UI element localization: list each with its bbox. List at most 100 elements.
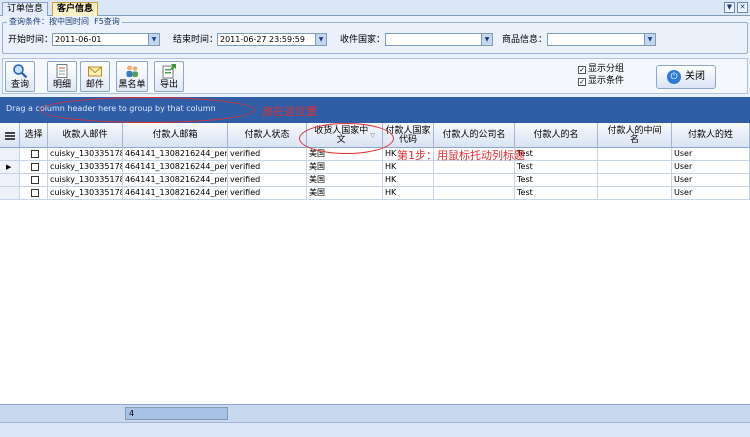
chevron-down-icon[interactable]: ▼ (644, 34, 655, 45)
payee-email-cell: cuisky_1303351789 (48, 187, 123, 200)
column-header-label: 选择 (24, 130, 43, 140)
end-time-label: 结束时间： (173, 35, 219, 45)
last-name-cell: User (672, 174, 750, 187)
first-name-cell: Test (515, 148, 598, 161)
payer-status-cell: verified (228, 187, 307, 200)
company-cell (434, 187, 515, 200)
row-checkbox[interactable] (30, 150, 39, 158)
legend-key: F5查询 (94, 17, 120, 26)
column-header-label: 付款人的公司名 (442, 130, 506, 140)
country-select[interactable]: ▼ (385, 33, 493, 46)
chevron-down-icon[interactable]: ▼ (148, 34, 159, 45)
column-header-select[interactable]: 选择 (20, 123, 48, 148)
column-header-company[interactable]: 付款人的公司名 (434, 123, 515, 148)
check-icon[interactable]: ✓ (578, 78, 586, 86)
conditions-legend: 查询条件：按中国时间 F5查询 (7, 16, 122, 27)
chevron-down-icon[interactable]: ▼ (315, 34, 326, 45)
column-chooser-button[interactable] (0, 123, 20, 148)
first-name-cell: Test (515, 174, 598, 187)
table-row[interactable]: ▶ cuisky_1303351789 464141_1308216244_pe… (0, 161, 750, 174)
payer-email-cell: 464141_1308216244_per@qq (123, 161, 228, 174)
row-checkbox[interactable] (30, 163, 39, 171)
close-icon: ✕ (739, 3, 746, 11)
dropdown-tabs-button[interactable]: ▼ (724, 2, 735, 13)
close-button-label: 关闭 (685, 71, 705, 82)
column-header-last-name[interactable]: 付款人的姓 (672, 123, 750, 148)
column-header-payer-email[interactable]: 付款人邮箱 (123, 123, 228, 148)
power-icon: ⏻ (667, 70, 681, 84)
column-header-label: 付款人的名 (533, 130, 579, 140)
last-name-cell: User (672, 161, 750, 174)
start-time-picker[interactable]: 2011-06-01 ▼ (52, 33, 160, 46)
blacklist-button-label: 黑名单 (118, 80, 146, 90)
last-name-cell: User (672, 187, 750, 200)
middle-name-cell (598, 174, 672, 187)
users-icon (126, 65, 138, 77)
export-button-label: 导出 (159, 80, 178, 90)
country-code-cell: HK (383, 174, 434, 187)
tab-customer-info[interactable]: 客户信息 (52, 2, 99, 16)
payer-email-cell: 464141_1308216244_per@qq (123, 187, 228, 200)
column-header-middle-name[interactable]: 付款人的中间名 (598, 123, 672, 148)
blacklist-button[interactable]: 黑名单 (116, 61, 148, 92)
annotation-step1: 第1步：用鼠标托动列标题 (397, 149, 525, 162)
payer-status-cell: verified (228, 148, 307, 161)
tab-label: 客户信息 (57, 4, 94, 14)
query-button[interactable]: 查询 (5, 61, 35, 92)
column-header-label: 付款人的姓 (687, 130, 733, 140)
first-name-cell: Test (515, 187, 598, 200)
export-button[interactable]: 导出 (154, 61, 184, 92)
row-indicator (0, 187, 20, 200)
check-icon[interactable]: ✓ (578, 66, 586, 74)
tab-order-info[interactable]: 订单信息 (2, 2, 49, 16)
row-checkbox[interactable] (30, 189, 39, 197)
row-checkbox[interactable] (30, 176, 39, 184)
product-select[interactable]: ▼ (547, 33, 656, 46)
show-group-checkbox[interactable]: ✓ 显示分组 (578, 64, 624, 75)
payee-email-cell: cuisky_1303351789 (48, 161, 123, 174)
chevron-down-icon: ▼ (726, 3, 733, 11)
row-indicator (0, 174, 20, 187)
column-header-first-name[interactable]: 付款人的名 (515, 123, 598, 148)
annotation-place-here: 放在这位置 (262, 105, 317, 118)
chevron-down-icon[interactable]: ▼ (481, 34, 492, 45)
payer-email-cell: 464141_1308216244_per@qq (123, 174, 228, 187)
row-count: 4 (125, 407, 228, 420)
column-header-payer-status[interactable]: 付款人状态 (228, 123, 307, 148)
country-cn-cell: 美国 (307, 187, 383, 200)
column-header-payee-email[interactable]: 收款人邮件 (48, 123, 123, 148)
toolbar: 查询 明细 邮件 黑名单 导出 ✓ 显示分组 ✓ 显示条件 ⏻ 关闭 (2, 58, 748, 94)
magnifier-icon (13, 64, 28, 79)
email-button-label: 邮件 (85, 80, 104, 90)
detail-button[interactable]: 明细 (47, 61, 77, 92)
show-condition-checkbox[interactable]: ✓ 显示条件 (578, 76, 624, 87)
end-time-value: 2011-06-27 23:59:59 (220, 35, 305, 44)
country-cn-cell: 美国 (307, 174, 383, 187)
column-header-label: 收款人邮件 (62, 130, 108, 140)
country-code-cell: HK (383, 187, 434, 200)
export-icon (162, 64, 176, 79)
table-row[interactable]: cuisky_1303351789 464141_1308216244_per@… (0, 187, 750, 200)
start-time-value: 2011-06-01 (55, 35, 102, 44)
end-time-picker[interactable]: 2011-06-27 23:59:59 ▼ (217, 33, 327, 46)
payee-email-cell: cuisky_1303351789 (48, 174, 123, 187)
envelope-icon (88, 66, 102, 77)
detail-button-label: 明细 (52, 80, 71, 90)
close-tab-button[interactable]: ✕ (737, 2, 748, 13)
column-header-label: 付款人状态 (244, 130, 290, 140)
grid-menu-icon (4, 131, 15, 140)
legend-label: 查询条件： (9, 17, 49, 26)
payer-email-cell: 464141_1308216244_per@qq (123, 148, 228, 161)
country-label: 收件国家： (340, 35, 386, 45)
payee-email-cell: cuisky_1303351789 (48, 148, 123, 161)
close-button[interactable]: ⏻ 关闭 (656, 65, 716, 89)
column-header-label: 付款人的中间名 (607, 125, 662, 145)
row-select-cell (20, 187, 48, 200)
show-group-label: 显示分组 (588, 64, 625, 74)
column-header-label: 付款人邮箱 (152, 130, 198, 140)
start-time-label: 开始时间： (8, 35, 54, 45)
tab-strip: 订单信息 客户信息 ▼ ✕ (0, 0, 750, 16)
table-row[interactable]: cuisky_1303351789 464141_1308216244_per@… (0, 174, 750, 187)
email-button[interactable]: 邮件 (80, 61, 110, 92)
country-cn-cell: 美国 (307, 161, 383, 174)
